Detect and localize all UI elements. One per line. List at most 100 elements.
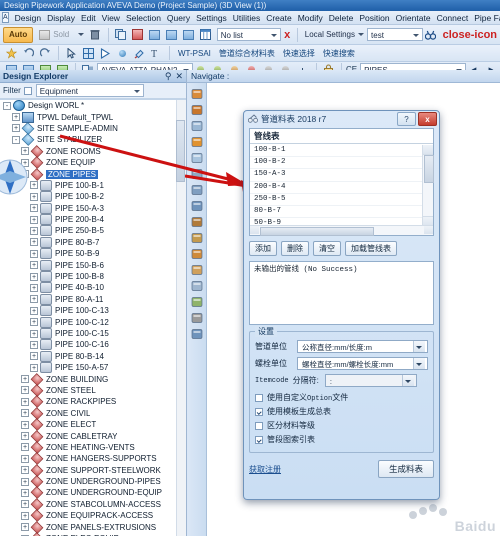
register-link[interactable]: 获取注册 [249, 464, 378, 475]
move-icon[interactable] [190, 199, 204, 213]
menu-item-edit[interactable]: Edit [78, 11, 99, 24]
tree-expander-expand-icon[interactable]: + [21, 397, 29, 406]
tree-node[interactable]: + ZONE EQUIPRACK-ACCESS [0, 509, 186, 523]
tree-expander-expand-icon[interactable]: + [21, 409, 29, 418]
binoculars-icon[interactable] [423, 27, 439, 43]
globe-icon[interactable] [114, 45, 130, 61]
spool-index-checkbox[interactable] [255, 435, 263, 444]
bolt-unit-dropdown[interactable]: 螺栓直径:mm/螺栓长度:mm [297, 357, 428, 370]
clear-button[interactable]: 清空 [313, 241, 341, 256]
pipe-list-item[interactable]: 250-B-5 [250, 194, 423, 206]
menu-item-delete[interactable]: Delete [326, 11, 357, 24]
tree-node[interactable]: + PIPE 80-B-7 [0, 236, 186, 248]
close-icon[interactable]: ✕ [175, 71, 183, 81]
pipe-list-item[interactable]: 80-B-7 [250, 206, 423, 219]
tree-expander-expand-icon[interactable]: + [12, 124, 20, 133]
tree-expander-expand-icon[interactable]: + [30, 318, 38, 327]
delete-icon[interactable] [87, 27, 103, 43]
menu-item-selection[interactable]: Selection [123, 11, 164, 24]
tree-node[interactable]: + PIPE 100-B-1 [0, 179, 186, 191]
link-pipe-material-table[interactable]: 管道综合材料表 [219, 48, 275, 59]
rotate-point-icon[interactable] [190, 215, 204, 229]
tree-node[interactable]: + ZONE UNDERGROUND-EQUIP [0, 486, 186, 500]
tree-node[interactable]: + ZONE EQUIP [0, 156, 186, 169]
tree-expander-expand-icon[interactable]: + [30, 238, 38, 247]
menu-item-design[interactable]: Design [12, 11, 44, 24]
clear-list-icon[interactable]: x [284, 29, 290, 41]
tree-expander-collapse-icon[interactable]: - [3, 101, 11, 110]
tree-node[interactable]: + PIPE 40-B-10 [0, 282, 186, 294]
scroll-left-icon[interactable] [250, 226, 259, 234]
link-quick-select[interactable]: 快速选择 [283, 48, 315, 59]
checkbox-row-material-grade[interactable]: 区分材料等级 [255, 420, 428, 431]
tree-expander-expand-icon[interactable]: + [30, 272, 38, 281]
tree-node[interactable]: + ZONE ROOMS [0, 144, 186, 158]
tree-expander-expand-icon[interactable]: + [30, 261, 38, 270]
pipe-unit-dropdown[interactable]: 公称直径:mm/长度:m [297, 340, 428, 353]
tree-expander-expand-icon[interactable]: + [21, 432, 29, 441]
tree-node[interactable]: + ZONE RACKPIPES [0, 395, 186, 409]
tree-node[interactable]: - SITE STABILIZER [0, 133, 186, 147]
menu-item-view[interactable]: View [99, 11, 123, 24]
tree-expander-expand-icon[interactable]: + [21, 523, 29, 532]
tree-expander-expand-icon[interactable]: + [21, 420, 29, 429]
delete-button[interactable]: 删除 [281, 241, 309, 256]
tree-expander-expand-icon[interactable]: + [30, 181, 38, 190]
view-pan-icon[interactable] [190, 247, 204, 261]
add-item-icon[interactable] [190, 87, 204, 101]
tree-node[interactable]: + PIPE 250-B-5 [0, 225, 186, 237]
tree-expander-expand-icon[interactable]: + [30, 215, 38, 224]
menu-item-position[interactable]: Position [356, 11, 392, 24]
sphere-icon[interactable] [190, 135, 204, 149]
menu-item-pipe-fabrication[interactable]: Pipe Fabricati [471, 11, 500, 24]
box-icon[interactable] [190, 183, 204, 197]
sold-swatch-icon[interactable] [36, 27, 52, 43]
menu-item-create[interactable]: Create [263, 11, 295, 24]
menu-item-orientate[interactable]: Orientate [393, 11, 434, 24]
tree-node[interactable]: + ZONE STABCOLUMN-ACCESS [0, 498, 186, 511]
link-wt-psai[interactable]: WT-PSAI [178, 49, 211, 58]
pipe-list-vscrollbar[interactable] [422, 145, 434, 226]
window-icon[interactable] [190, 327, 204, 341]
menu-item-settings[interactable]: Settings [193, 11, 230, 24]
tree-scrollbar[interactable] [176, 100, 186, 536]
tree-expander-expand-icon[interactable]: + [30, 352, 38, 361]
add-button[interactable]: 添加 [249, 241, 277, 256]
tree-node[interactable]: - ZONE PIPES [0, 167, 186, 181]
menu-item-connect[interactable]: Connect [434, 11, 472, 24]
tree-expander-expand-icon[interactable]: + [30, 295, 38, 304]
tree-expander-expand-icon[interactable]: + [21, 488, 29, 497]
tree-expander-expand-icon[interactable]: + [30, 283, 38, 292]
custom-option-file-checkbox[interactable] [255, 393, 263, 402]
tree-node[interactable]: + PIPE 50-B-9 [0, 248, 186, 260]
save-icon[interactable] [130, 27, 146, 43]
tree-expander-expand-icon[interactable]: + [30, 340, 38, 349]
scroll-up-icon[interactable] [423, 145, 433, 155]
tree-expander-expand-icon[interactable]: + [30, 306, 38, 315]
tree-node[interactable]: + PIPE 150-A-3 [0, 202, 186, 214]
close-icon[interactable]: close-icon [443, 29, 497, 41]
name-combo[interactable]: test [367, 28, 423, 41]
axis-icon[interactable] [190, 295, 204, 309]
pipe-list-box[interactable]: 100-B-1 100-B-2 150-A-3 200-B-4 250-B-5 80-B-… [250, 145, 423, 226]
query-icon[interactable] [190, 119, 204, 133]
tree-expander-collapse-icon[interactable]: - [21, 170, 29, 179]
checkbox-row-spool-index[interactable]: 管段图索引表 [255, 434, 428, 445]
filter-combo[interactable]: Equipment [35, 84, 144, 97]
use-template-checkbox[interactable] [255, 407, 263, 416]
tree-expander-expand-icon[interactable]: + [12, 113, 20, 122]
zoom-icon[interactable] [190, 167, 204, 181]
tree-node[interactable]: + TPWL Default_TPWL [0, 111, 186, 123]
list-combo[interactable]: No list [216, 28, 282, 41]
tree-node[interactable]: + PIPE 100-C-12 [0, 316, 186, 328]
tree-expander-expand-icon[interactable]: + [21, 466, 29, 475]
hscroll-thumb[interactable] [260, 227, 374, 236]
tree-expander-expand-icon[interactable]: + [21, 443, 29, 452]
copy-icon[interactable] [113, 27, 129, 43]
tree-expander-expand-icon[interactable]: + [30, 363, 38, 372]
tree-expander-expand-icon[interactable]: + [30, 192, 38, 201]
pointer-icon[interactable] [63, 45, 79, 61]
menu-item-utilities[interactable]: Utilities [230, 11, 263, 24]
menu-item-modify[interactable]: Modify [295, 11, 326, 24]
tree-node[interactable]: + PIPE 80-B-14 [0, 350, 186, 362]
